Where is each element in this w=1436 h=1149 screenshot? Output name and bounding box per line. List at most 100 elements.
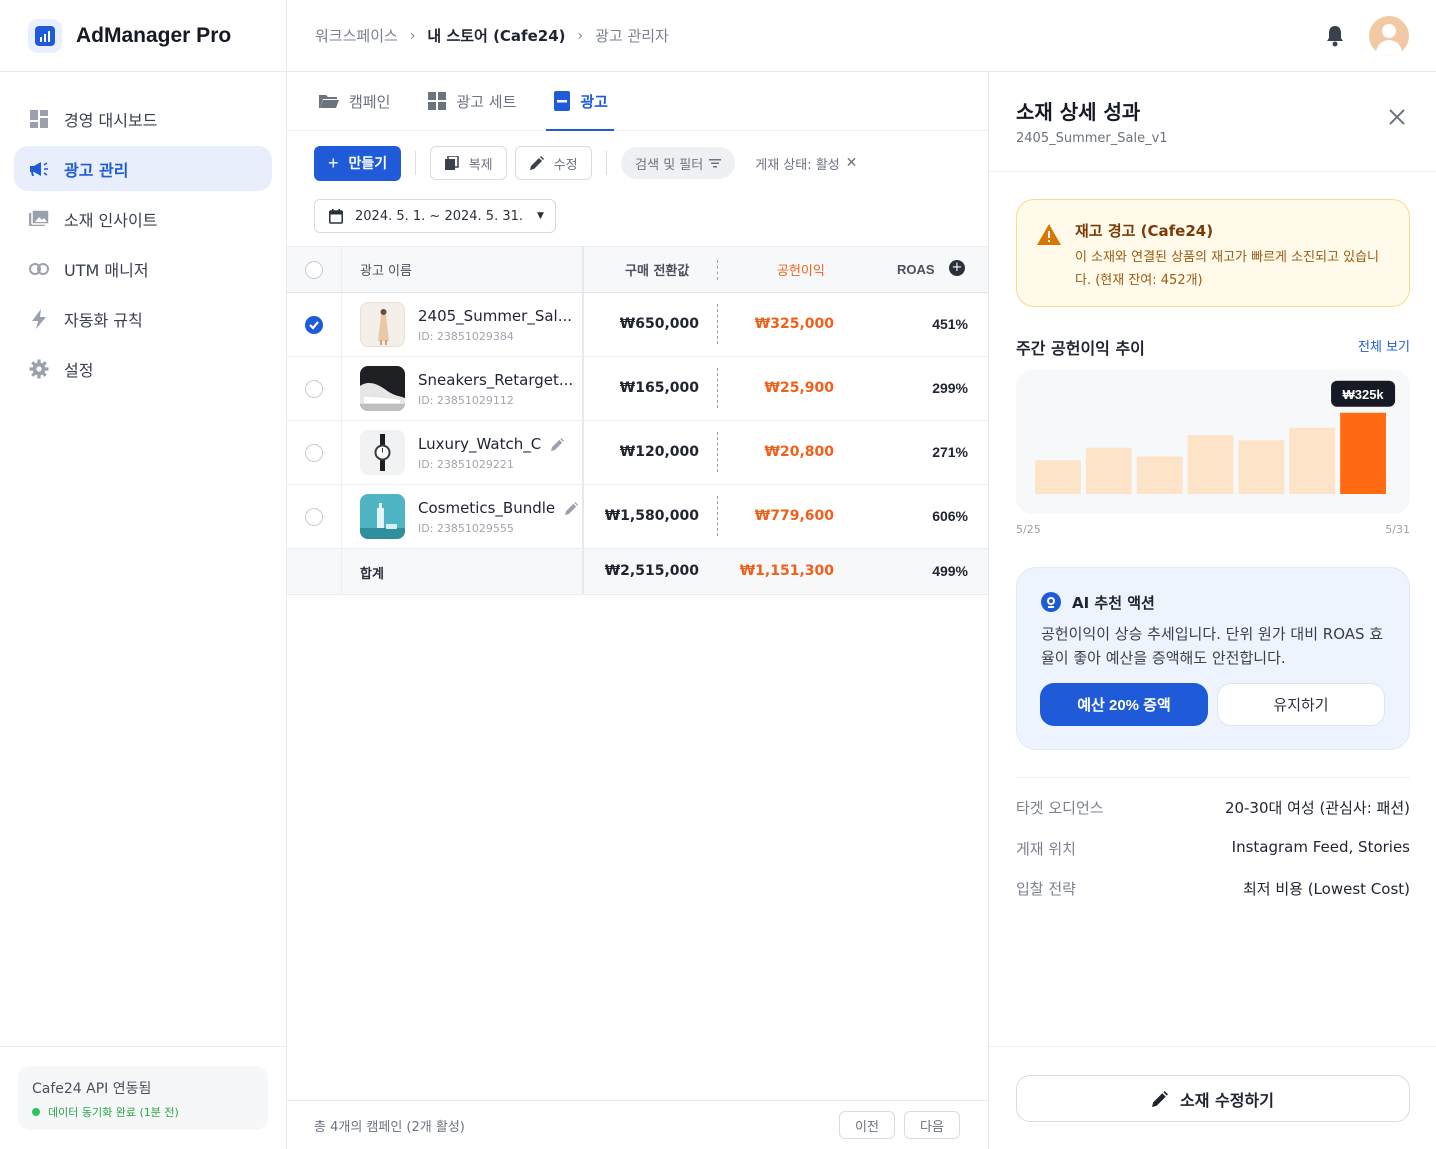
- caret-down-icon: ▼: [537, 211, 544, 221]
- inventory-warning: 재고 경고 (Cafe24) 이 소재와 연결된 상품의 재고가 빠르게 소진되…: [1016, 199, 1410, 307]
- column-divider: [341, 485, 342, 548]
- table-header: 광고 이름 구매 전환값 공헌이익 ROAS +: [287, 246, 988, 293]
- chart-bar-5-26[interactable]: [1085, 447, 1132, 494]
- contribution-profit: ₩779,600: [754, 508, 834, 524]
- chart-bar-5-25[interactable]: [1035, 460, 1081, 494]
- edit-button[interactable]: 수정: [515, 146, 593, 180]
- tab-ad[interactable]: 광고: [546, 72, 614, 131]
- sidebar-item-automation[interactable]: 자동화 규칙: [14, 296, 272, 341]
- panel-header: 소재 상세 성과 2405_Summer_Sale_v1: [989, 72, 1436, 172]
- ad-thumbnail-cosmetics: [360, 494, 405, 539]
- select-all-checkbox[interactable]: [305, 260, 323, 279]
- row-checkbox[interactable]: [305, 379, 323, 398]
- info-value: 20-30대 여성 (관심사: 패션): [1224, 799, 1410, 817]
- sidebar-item-creative-insights[interactable]: 소재 인사이트: [14, 196, 272, 241]
- date-range-picker[interactable]: 2024. 5. 1. ~ 2024. 5. 31. ▼: [314, 199, 556, 233]
- x-axis-end-label: 5/31: [1385, 523, 1410, 536]
- chart-bar-5-28[interactable]: [1187, 435, 1234, 494]
- breadcrumb-store[interactable]: 내 스토어 (Cafe24): [427, 25, 565, 46]
- bell-icon[interactable]: [1324, 24, 1346, 48]
- api-sync-status: 데이터 동기화 완료 (1분 전): [32, 1104, 254, 1120]
- copy-icon: [444, 156, 459, 170]
- sidebar-item-ad-management[interactable]: 광고 관리: [14, 146, 272, 191]
- breadcrumb-workspace[interactable]: 워크스페이스: [315, 25, 398, 46]
- avatar[interactable]: [1369, 16, 1409, 56]
- ad-id: ID: 23851029384: [418, 330, 514, 343]
- ad-name[interactable]: 2405_Summer_Sal...: [418, 307, 572, 325]
- ad-name[interactable]: Cosmetics_Bundle: [418, 499, 579, 517]
- view-all-link[interactable]: 전체 보기: [1358, 336, 1410, 355]
- chart-bar-5-31[interactable]: [1340, 412, 1386, 494]
- chart-tooltip-value: ₩325k: [1342, 387, 1384, 402]
- sidebar-item-dashboard[interactable]: 경영 대시보드: [14, 96, 272, 141]
- contribution-profit: ₩20,800: [764, 444, 834, 460]
- column-divider: [582, 293, 584, 356]
- prev-button[interactable]: 이전: [839, 1111, 895, 1139]
- row-checkbox[interactable]: [305, 507, 323, 526]
- info-label: 입찰 전략: [1016, 880, 1076, 898]
- column-divider: [341, 293, 342, 356]
- ad-name[interactable]: Luxury_Watch_C: [418, 435, 565, 453]
- header-ad-name[interactable]: 광고 이름: [360, 260, 412, 279]
- create-button[interactable]: + 만들기: [314, 145, 402, 181]
- pencil-icon: [1152, 1090, 1169, 1107]
- table-row[interactable]: Luxury_Watch_C ID: 23851029221 ₩120,000 …: [287, 421, 988, 485]
- purchase-value: ₩120,000: [619, 444, 699, 460]
- sidebar-item-label: UTM 매니저: [64, 260, 149, 280]
- contribution-profit: ₩325,000: [754, 316, 834, 332]
- brand[interactable]: AdManager Pro: [0, 0, 286, 72]
- roas-value: 271%: [932, 444, 968, 460]
- chart-bar-5-27[interactable]: [1136, 456, 1183, 495]
- purchase-value: ₩1,580,000: [604, 508, 699, 524]
- tab-campaign[interactable]: 캠페인: [319, 72, 390, 130]
- status-filter-label: 게재 상태: 활성: [755, 157, 840, 173]
- copy-button[interactable]: 복제: [430, 146, 508, 180]
- toolbar-divider: [415, 151, 417, 175]
- ad-thumbnail-watch: [360, 430, 405, 475]
- table-row[interactable]: Cosmetics_Bundle ID: 23851029555 ₩1,580,…: [287, 485, 988, 549]
- gear-icon: [28, 358, 50, 380]
- chart-bar-5-29[interactable]: [1238, 440, 1285, 494]
- breadcrumb: 워크스페이스 › 내 스토어 (Cafe24) › 광고 관리자: [315, 25, 669, 46]
- sidebar-item-settings[interactable]: 설정: [14, 346, 272, 391]
- pencil-icon[interactable]: [551, 437, 565, 451]
- close-icon[interactable]: [1388, 108, 1406, 126]
- close-icon[interactable]: ✕: [846, 155, 858, 171]
- increase-budget-button[interactable]: 예산 20% 증액: [1040, 683, 1208, 726]
- breadcrumb-ads-manager[interactable]: 광고 관리자: [595, 25, 669, 46]
- column-divider: [717, 432, 718, 472]
- chart-bar-5-30[interactable]: [1289, 427, 1336, 494]
- sidebar-item-utm-manager[interactable]: UTM 매니저: [14, 246, 272, 291]
- edit-creative-button[interactable]: 소재 수정하기: [1016, 1075, 1410, 1122]
- info-row-placement: 게재 위치 Instagram Feed, Stories: [1016, 838, 1410, 862]
- row-checkbox[interactable]: [305, 315, 323, 334]
- ad-name[interactable]: Sneakers_Retarget...: [418, 371, 573, 389]
- x-axis-start-label: 5/25: [1016, 523, 1041, 536]
- total-contribution-profit: ₩1,151,300: [739, 563, 834, 579]
- table-row[interactable]: Sneakers_Retarget... ID: 23851029112 ₩16…: [287, 357, 988, 421]
- api-status-title: Cafe24 API 연동됨: [32, 1081, 152, 1097]
- warning-title: 재고 경고 (Cafe24): [1075, 222, 1214, 240]
- next-button[interactable]: 다음: [904, 1111, 960, 1139]
- header-roas[interactable]: ROAS: [897, 262, 935, 277]
- weekly-profit-chart: ₩325k: [1016, 370, 1410, 514]
- level-tabs: 캠페인 광고 세트 광고: [287, 72, 988, 131]
- info-row-target-audience: 타겟 오디언스 20-30대 여성 (관심사: 패션): [1016, 797, 1410, 821]
- header-purchase-value[interactable]: 구매 전환값: [625, 260, 689, 279]
- keep-button[interactable]: 유지하기: [1217, 683, 1385, 726]
- weekly-profit-chart-svg: ₩325k: [1035, 380, 1396, 495]
- pencil-icon[interactable]: [565, 501, 579, 515]
- ai-title: AI 추천 액션: [1072, 594, 1155, 612]
- sidebar: AdManager Pro 경영 대시보드 광고 관리 소재 인사이트 UTM …: [0, 0, 287, 1149]
- total-purchase-value: ₩2,515,000: [604, 563, 699, 579]
- ad-name-text: Luxury_Watch_C: [418, 435, 542, 453]
- ad-id: ID: 23851029555: [418, 522, 514, 535]
- sidebar-divider: [0, 1046, 287, 1047]
- header-contribution-profit[interactable]: 공헌이익: [777, 260, 825, 279]
- add-column-icon[interactable]: +: [949, 260, 965, 276]
- row-checkbox[interactable]: [305, 443, 323, 462]
- table-row[interactable]: 2405_Summer_Sal... ID: 23851029384 ₩650,…: [287, 293, 988, 357]
- chevron-right-icon: ›: [577, 27, 584, 44]
- tab-ad-set[interactable]: 광고 세트: [428, 72, 516, 130]
- search-filter-button[interactable]: 검색 및 필터: [621, 147, 736, 179]
